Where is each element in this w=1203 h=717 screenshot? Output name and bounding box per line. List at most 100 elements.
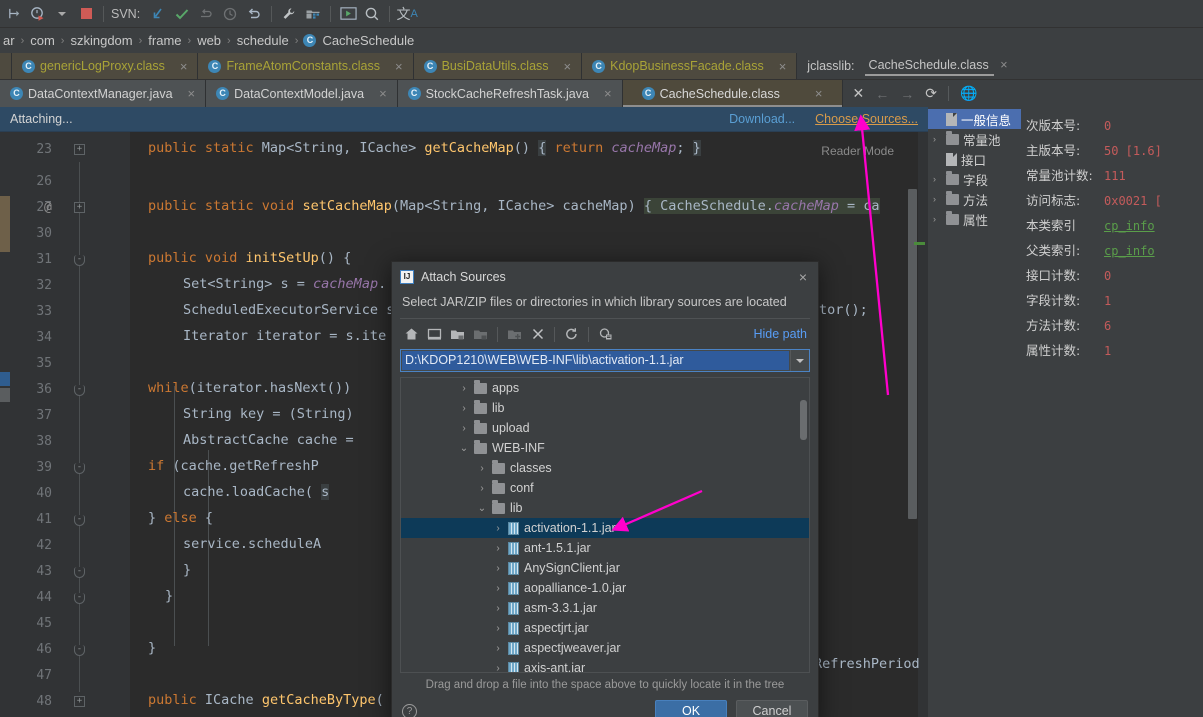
chevron-right-icon[interactable]: › <box>493 643 503 654</box>
code-line-40[interactable]: cache.loadCache( s <box>183 484 330 500</box>
fold-collapse-icon[interactable]: - <box>74 463 85 474</box>
chevron-down-icon[interactable]: ⌄ <box>477 503 487 514</box>
tree-item-aopalliance-jar[interactable]: › aopalliance-1.0.jar <box>401 578 809 598</box>
search-everywhere-icon[interactable] <box>360 2 384 26</box>
tab-FrameAtomConstants-class[interactable]: C FrameAtomConstants.class × <box>198 53 414 79</box>
tree-item-lib[interactable]: › lib <box>401 398 809 418</box>
breadcrumb-item-5[interactable]: schedule <box>236 33 290 48</box>
file-tree[interactable]: › apps › lib › upload ⌄ WEB-INF › classe… <box>400 377 810 673</box>
chevron-right-icon[interactable]: › <box>493 543 503 554</box>
tree-item-anysignclient-jar[interactable]: › AnySignClient.jar <box>401 558 809 578</box>
chevron-right-icon[interactable]: › <box>933 214 942 224</box>
tree-item-asm-jar[interactable]: › asm-3.3.1.jar <box>401 598 809 618</box>
close-icon[interactable]: × <box>564 59 572 74</box>
tree-item-ant-jar[interactable]: › ant-1.5.1.jar <box>401 538 809 558</box>
close-icon[interactable]: × <box>188 86 196 101</box>
code-line-31[interactable]: public void initSetUp() { <box>148 250 351 266</box>
fold-expand-icon[interactable]: + <box>74 144 85 155</box>
show-hidden-icon[interactable] <box>594 323 617 346</box>
path-input[interactable]: D:\KDOP1210\WEB\WEB-INF\lib\activation-1… <box>402 351 789 370</box>
editor-scrollbar-thumb[interactable] <box>908 189 917 519</box>
breadcrumb-item-class[interactable]: CacheSchedule <box>321 33 415 48</box>
info-value-link[interactable]: cp_info <box>1104 244 1155 258</box>
fold-collapse-icon[interactable]: - <box>74 385 85 396</box>
choose-sources-link[interactable]: Choose Sources... <box>815 112 918 126</box>
code-line-44[interactable]: } <box>165 588 173 604</box>
add-folder-icon[interactable] <box>503 323 526 346</box>
tree-item-web-inf-lib[interactable]: ⌄ lib <box>401 498 809 518</box>
info-value-link[interactable]: cp_info <box>1104 219 1155 233</box>
path-combo[interactable]: D:\KDOP1210\WEB\WEB-INF\lib\activation-1… <box>400 349 810 372</box>
fold-collapse-icon[interactable]: - <box>74 515 85 526</box>
jclasslib-tree-item-constant-pool[interactable]: › 常量池 <box>928 129 1021 149</box>
jclasslib-tree-item-fields[interactable]: › 字段 <box>928 169 1021 189</box>
tree-scrollbar-thumb[interactable] <box>800 400 807 440</box>
desktop-icon[interactable] <box>423 323 446 346</box>
settings-wrench-icon[interactable] <box>277 2 301 26</box>
browse-web-icon[interactable]: 🌐 <box>960 85 977 102</box>
tab-BusiDataUtils-class[interactable]: C BusiDataUtils.class × <box>413 53 583 79</box>
svn-commit-icon[interactable] <box>170 2 194 26</box>
svn-update-icon[interactable] <box>146 2 170 26</box>
jclasslib-tree-item-methods[interactable]: › 方法 <box>928 189 1021 209</box>
tree-item-web-inf[interactable]: ⌄ WEB-INF <box>401 438 809 458</box>
jclasslib-tab-header[interactable]: jclasslib: CacheSchedule.class × <box>797 53 1018 79</box>
code-line-34[interactable]: Iterator iterator = s.ite <box>183 328 386 344</box>
tab-genericLogProxy-class[interactable]: C genericLogProxy.class × <box>12 53 199 79</box>
collapse-folder-icon[interactable] <box>469 323 492 346</box>
breadcrumb-item-2[interactable]: szkingdom <box>69 33 133 48</box>
chevron-right-icon[interactable]: › <box>477 463 487 474</box>
chevron-right-icon[interactable]: › <box>933 174 942 184</box>
code-line-23[interactable]: public static Map<String, ICache> getCac… <box>148 140 701 156</box>
chevron-right-icon[interactable]: › <box>493 563 503 574</box>
jclasslib-tree-item-attributes[interactable]: › 属性 <box>928 209 1021 229</box>
chevron-right-icon[interactable]: › <box>493 603 503 614</box>
close-icon[interactable]: × <box>180 59 188 74</box>
fold-collapse-icon[interactable]: - <box>74 567 85 578</box>
tree-item-apps[interactable]: › apps <box>401 378 809 398</box>
code-line-48[interactable]: public ICache getCacheByType( <box>148 692 384 708</box>
close-icon[interactable]: × <box>796 269 810 285</box>
chevron-right-icon[interactable]: › <box>933 194 942 204</box>
refresh-icon[interactable] <box>560 323 583 346</box>
forward-arrow-icon[interactable]: → <box>900 86 914 102</box>
chevron-down-icon[interactable] <box>790 350 809 371</box>
fold-collapse-icon[interactable]: - <box>74 593 85 604</box>
code-line-36[interactable]: while(iterator.hasNext()) <box>148 380 351 396</box>
chevron-right-icon[interactable]: › <box>493 583 503 594</box>
close-icon[interactable]: × <box>395 59 403 74</box>
reload-icon[interactable]: ⟳ <box>925 85 937 102</box>
breadcrumb-item-1[interactable]: com <box>29 33 56 48</box>
chevron-right-icon[interactable]: › <box>493 523 503 534</box>
jclasslib-file-tab[interactable]: CacheSchedule.class × <box>864 58 1008 76</box>
chevron-right-icon[interactable]: › <box>459 383 469 394</box>
jclasslib-tree-item-interfaces[interactable]: 接口 <box>928 149 1021 169</box>
code-line-32[interactable]: Set<String> s = cacheMap. <box>183 276 386 292</box>
code-line-33[interactable]: ScheduledExecutorService s <box>183 302 394 318</box>
code-line-41[interactable]: } else { <box>148 510 213 526</box>
code-line-42[interactable]: service.scheduleA <box>183 536 321 552</box>
tree-item-activation-jar[interactable]: › activation-1.1.jar <box>401 518 809 538</box>
svn-revert-icon[interactable] <box>194 2 218 26</box>
tree-item-upload[interactable]: › upload <box>401 418 809 438</box>
code-line-37[interactable]: String key = (String) <box>183 406 354 422</box>
breadcrumb-item-3[interactable]: frame <box>147 33 182 48</box>
code-line-38[interactable]: AbstractCache cache = <box>183 432 354 448</box>
close-icon[interactable]: × <box>604 86 612 101</box>
fold-expand-icon[interactable]: + <box>74 202 85 213</box>
tab-scroll-left[interactable] <box>0 53 12 79</box>
help-icon[interactable]: ? <box>402 704 417 717</box>
debug-step-icon[interactable] <box>2 2 26 26</box>
code-line-39[interactable]: if (cache.getRefreshP <box>148 458 319 474</box>
svn-history-icon[interactable] <box>218 2 242 26</box>
chevron-right-icon[interactable]: › <box>477 483 487 494</box>
tree-item-aspectjrt-jar[interactable]: › aspectjrt.jar <box>401 618 809 638</box>
home-icon[interactable] <box>400 323 423 346</box>
jclasslib-tree-item-general-info[interactable]: 一般信息 <box>928 109 1021 129</box>
close-icon[interactable]: × <box>1000 58 1007 72</box>
code-line-43[interactable]: } <box>183 562 191 578</box>
tree-item-conf[interactable]: › conf <box>401 478 809 498</box>
fold-collapse-icon[interactable]: - <box>74 645 85 656</box>
tree-item-aspectjweaver-jar[interactable]: › aspectjweaver.jar <box>401 638 809 658</box>
chevron-right-icon[interactable]: › <box>933 134 942 144</box>
